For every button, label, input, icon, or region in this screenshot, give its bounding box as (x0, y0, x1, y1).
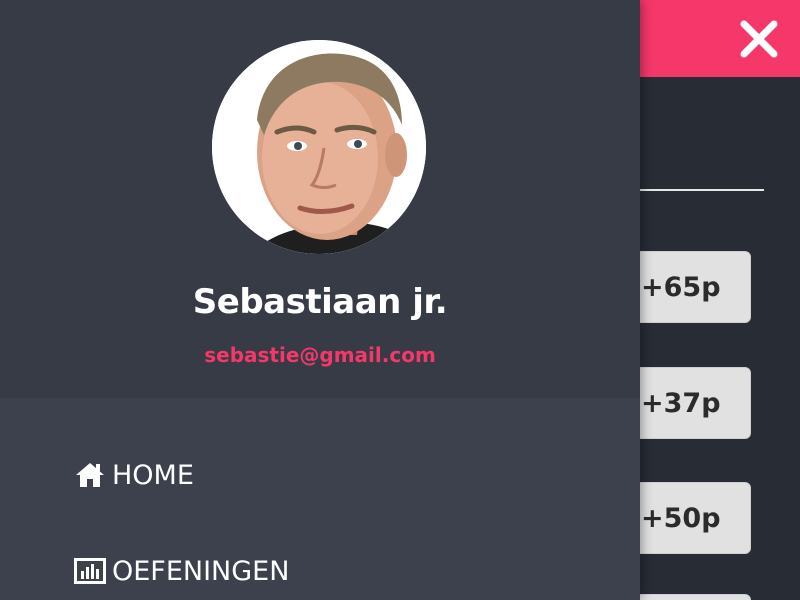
menu-item-label: OEFENINGEN (112, 555, 290, 587)
bar-chart-icon (74, 556, 106, 586)
divider (640, 189, 764, 191)
user-name: Sebastiaan jr. (192, 282, 448, 322)
profile-header: Sebastiaan jr. sebastie@gmail.com (0, 0, 640, 398)
menu-item-label: HOME (112, 459, 194, 491)
home-icon (74, 460, 106, 490)
menu-item-home[interactable]: HOME (74, 455, 194, 495)
close-icon[interactable] (738, 18, 780, 60)
avatar (212, 40, 426, 254)
app-screen: +65p +37p +50p Sebastiaan jr. sebastie@g… (0, 0, 800, 600)
user-email[interactable]: sebastie@gmail.com (0, 343, 640, 367)
menu-item-oefeningen[interactable]: OEFENINGEN (74, 551, 289, 591)
side-drawer: Sebastiaan jr. sebastie@gmail.com HOME O… (0, 0, 640, 600)
